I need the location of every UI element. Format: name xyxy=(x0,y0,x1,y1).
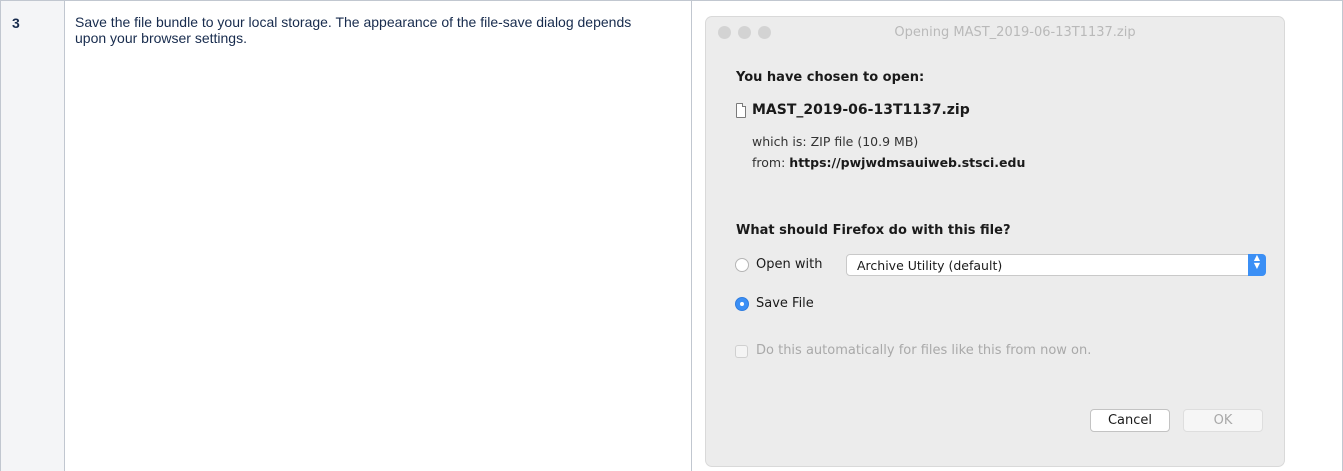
step-description: Save the file bundle to your local stora… xyxy=(75,14,632,46)
file-open-dialog: Opening MAST_2019-06-13T1137.zip You hav… xyxy=(706,17,1284,466)
save-file-label: Save File xyxy=(756,296,814,311)
document-icon xyxy=(736,103,746,118)
dialog-titlebar: Opening MAST_2019-06-13T1137.zip xyxy=(706,17,1284,47)
file-type-value: ZIP file (10.9 MB) xyxy=(810,134,919,149)
column-divider-2 xyxy=(691,0,692,471)
file-source-line: from: https://pwjwdmsauiweb.stsci.edu xyxy=(752,155,1025,170)
column-divider-1 xyxy=(64,0,65,471)
ok-button[interactable]: OK xyxy=(1183,409,1263,432)
open-with-app-value: Archive Utility (default) xyxy=(857,258,1003,273)
step-table: 3 Save the file bundle to your local sto… xyxy=(0,0,1343,471)
chosen-heading: You have chosen to open: xyxy=(736,70,925,85)
step-number-cell: 3 xyxy=(1,1,64,471)
source-url: https://pwjwdmsauiweb.stsci.edu xyxy=(789,155,1026,170)
table-top-border xyxy=(0,0,1343,1)
chevron-up-down-icon[interactable]: ▲ ▼ xyxy=(1248,254,1266,276)
dialog-title: Opening MAST_2019-06-13T1137.zip xyxy=(894,25,1136,40)
table-left-border xyxy=(0,0,1,471)
which-is-label: which is: xyxy=(752,134,807,149)
action-question: What should Firefox do with this file? xyxy=(736,223,1011,238)
open-with-label: Open with xyxy=(756,257,823,272)
step-number: 3 xyxy=(12,15,20,31)
cancel-button[interactable]: Cancel xyxy=(1090,409,1170,432)
save-file-radio[interactable] xyxy=(735,297,749,311)
auto-action-checkbox[interactable] xyxy=(735,345,748,358)
open-with-radio[interactable] xyxy=(735,258,749,272)
file-name: MAST_2019-06-13T1137.zip xyxy=(752,102,970,118)
auto-action-label: Do this automatically for files like thi… xyxy=(756,343,1092,358)
file-type-line: which is: ZIP file (10.9 MB) xyxy=(752,134,918,149)
from-label: from: xyxy=(752,155,786,170)
open-with-app-select[interactable]: Archive Utility (default) ▲ ▼ xyxy=(846,254,1266,276)
